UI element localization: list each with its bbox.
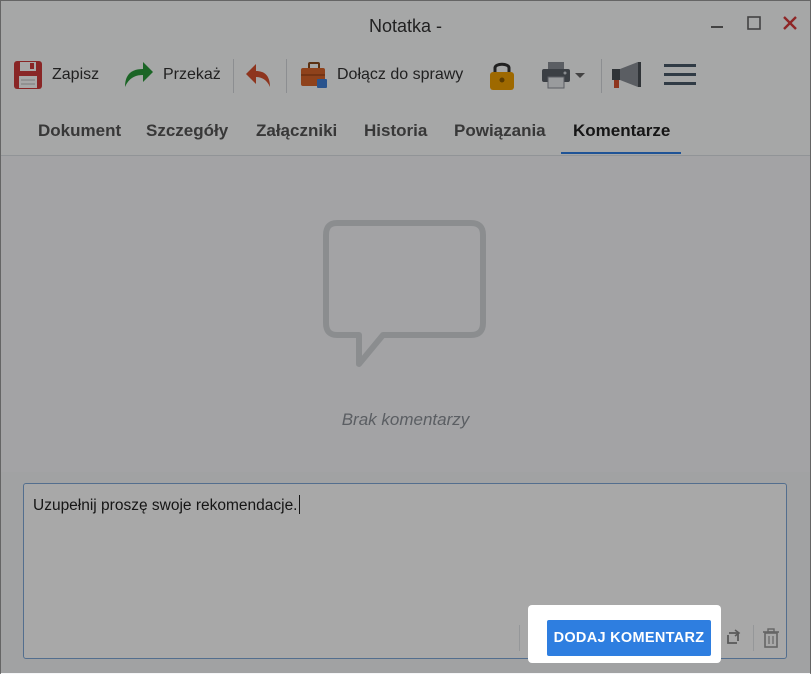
attach-to-case-label: Dołącz do sprawy bbox=[337, 66, 464, 83]
menu-button[interactable] bbox=[663, 55, 697, 95]
tab-bar: Dokument Szczegóły Załączniki Historia P… bbox=[1, 105, 810, 156]
minimize-icon bbox=[711, 26, 723, 28]
speech-bubble-icon bbox=[323, 220, 486, 367]
undo-arrow-icon bbox=[246, 64, 270, 87]
forward-button[interactable]: Przekaż bbox=[121, 55, 221, 95]
maximize-icon bbox=[747, 16, 761, 30]
toolbar-divider bbox=[286, 59, 287, 93]
refresh-button[interactable] bbox=[722, 625, 744, 651]
toolbar: Zapisz Przekaż Dołącz do sprawy bbox=[1, 49, 810, 105]
tab-powiazania[interactable]: Powiązania bbox=[454, 121, 546, 141]
note-window: Notatka - Zapisz Przekaż Dołącz do spraw… bbox=[0, 0, 811, 674]
chevron-down-icon bbox=[575, 73, 585, 78]
toolbar-divider bbox=[601, 59, 602, 93]
lock-button[interactable] bbox=[487, 55, 517, 95]
save-label: Zapisz bbox=[52, 66, 100, 83]
active-tab-indicator bbox=[561, 152, 681, 154]
toolbar-divider bbox=[233, 59, 234, 93]
close-icon bbox=[783, 16, 797, 30]
tab-zalaczniki[interactable]: Załączniki bbox=[256, 121, 337, 141]
floppy-disk-icon bbox=[14, 61, 42, 89]
text-caret bbox=[298, 495, 300, 514]
tab-dokument[interactable]: Dokument bbox=[38, 121, 121, 141]
undo-button[interactable] bbox=[244, 55, 274, 95]
attach-to-case-button[interactable]: Dołącz do sprawy bbox=[299, 55, 463, 95]
comment-input-text: Uzupełnij proszę swoje rekomendacje. bbox=[33, 497, 298, 514]
minimize-button[interactable] bbox=[705, 13, 729, 37]
maximize-button[interactable] bbox=[742, 13, 766, 37]
print-button[interactable] bbox=[540, 55, 586, 95]
title-bar: Notatka - bbox=[1, 1, 810, 49]
lock-icon bbox=[490, 62, 514, 90]
megaphone-icon bbox=[612, 62, 641, 88]
refresh-icon bbox=[727, 629, 741, 644]
hamburger-menu-icon bbox=[664, 64, 696, 85]
delete-button[interactable] bbox=[753, 625, 782, 651]
empty-comments-text: Brak komentarzy bbox=[341, 410, 470, 429]
save-button[interactable]: Zapisz bbox=[12, 55, 99, 95]
tab-komentarze[interactable]: Komentarze bbox=[573, 121, 670, 141]
trash-icon bbox=[763, 628, 779, 648]
briefcase-icon bbox=[301, 62, 327, 88]
comments-panel: Brak komentarzy bbox=[1, 156, 810, 472]
announce-button[interactable] bbox=[610, 55, 644, 95]
printer-icon bbox=[542, 62, 570, 89]
window-title: Notatka - bbox=[368, 16, 443, 36]
tab-szczegoly[interactable]: Szczegóły bbox=[146, 121, 228, 141]
close-button[interactable] bbox=[778, 13, 802, 37]
tab-historia[interactable]: Historia bbox=[364, 121, 427, 141]
forward-arrow-icon bbox=[125, 62, 153, 87]
forward-label: Przekaż bbox=[163, 66, 221, 83]
add-comment-button[interactable]: DODAJ KOMENTARZ bbox=[547, 620, 711, 656]
